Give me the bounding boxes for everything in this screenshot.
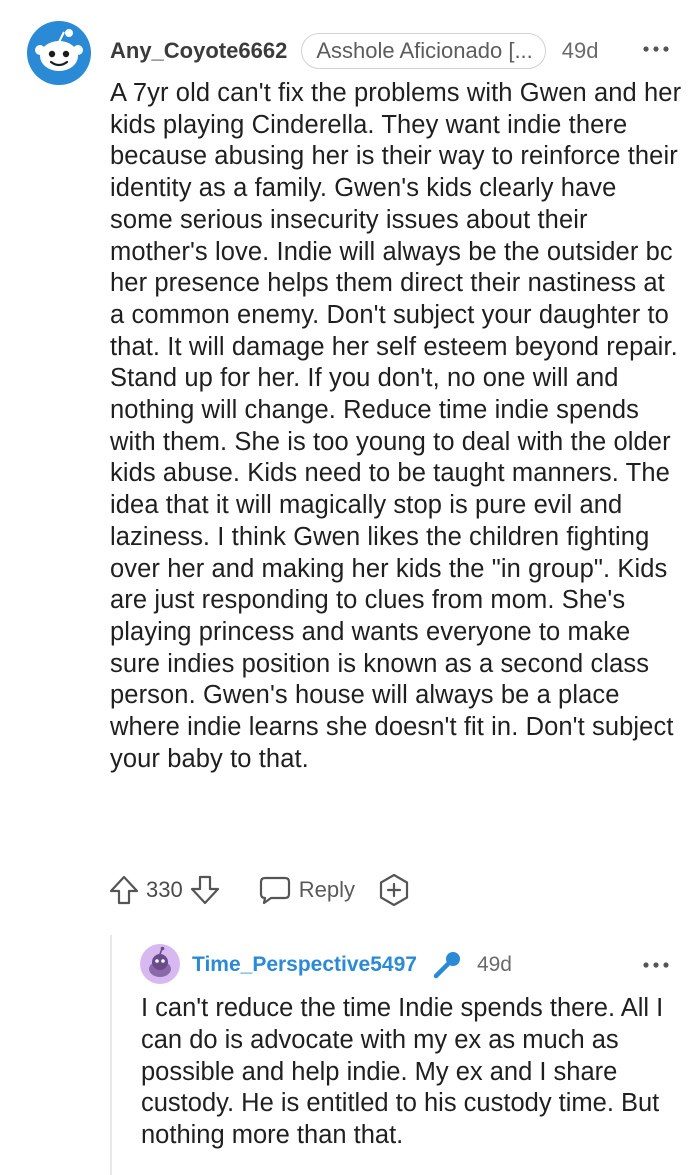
comment-header: Any_Coyote6662 Asshole Aficionado [... 4… <box>110 32 599 70</box>
reply-age: 49d <box>476 953 512 976</box>
more-options-icon[interactable] <box>640 36 672 62</box>
comment-age: 49d <box>561 38 599 63</box>
reply-more-options-icon[interactable] <box>640 952 672 978</box>
snoo-avatar-icon[interactable] <box>26 20 92 86</box>
reply-avatar-icon[interactable] <box>140 944 180 984</box>
reply-header: Time_Perspective5497 49d <box>192 948 512 982</box>
vote-score: 330 <box>146 877 183 902</box>
comment-body: A 7yr old can't fix the problems with Gw… <box>110 79 682 773</box>
award-icon[interactable] <box>377 873 411 907</box>
chat-bubble-icon <box>259 876 290 905</box>
reply-body: I can't reduce the time Indie spends the… <box>141 994 664 1150</box>
reply-username[interactable]: Time_Perspective5497 <box>192 953 417 977</box>
microphone-icon <box>431 949 463 981</box>
reply-button[interactable]: Reply <box>259 875 355 905</box>
downvote-arrow-icon[interactable] <box>189 874 221 906</box>
thread-line[interactable] <box>110 935 112 1175</box>
comment-username[interactable]: Any_Coyote6662 <box>110 38 287 64</box>
reply-label: Reply <box>298 877 355 902</box>
comment-actions: 330 Reply <box>108 870 411 910</box>
upvote-arrow-icon[interactable] <box>108 874 140 906</box>
user-flair: Asshole Aficionado [... <box>301 33 546 69</box>
